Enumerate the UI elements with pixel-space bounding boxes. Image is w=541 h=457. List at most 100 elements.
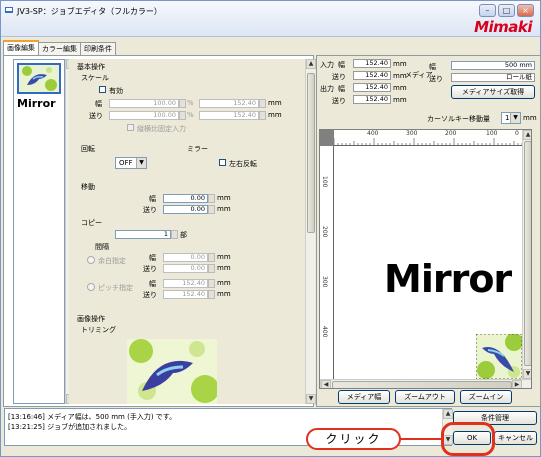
ruler-tick-label: 100 (486, 130, 498, 137)
spin-icon[interactable] (208, 253, 215, 262)
thumbnail-dolphin[interactable] (17, 63, 61, 94)
spin-icon[interactable] (259, 111, 266, 120)
spin-icon[interactable] (208, 290, 215, 299)
scale-width-mm-input[interactable]: 152.40 (199, 99, 259, 108)
scale-feed-pct-input[interactable]: 100.00 (109, 111, 179, 120)
tab-print-conditions[interactable]: 印刷条件 (80, 42, 116, 55)
chevron-down-icon[interactable]: ▼ (510, 113, 520, 123)
move-feed-label: 送り (143, 206, 157, 214)
copy-count-input[interactable]: 1 (115, 230, 171, 239)
cancel-button[interactable]: キャンセル (494, 431, 537, 445)
scroll-thumb[interactable] (524, 141, 531, 366)
input-width-label: 幅 (338, 61, 345, 69)
input-width-value: 152.40 (353, 59, 391, 68)
output-feed-label: 送り (332, 97, 346, 105)
settings-panel: 基本操作 スケール 有効 幅 100.00 % 152.40 mm 送り 100… (69, 59, 305, 404)
scale-enable-checkbox[interactable] (99, 86, 106, 93)
fixed-ratio-label: 縦横比固定入力 (137, 125, 186, 133)
move-width-label: 幅 (149, 195, 156, 203)
layout-preview[interactable]: 400 300 200 100 0 100 200 300 400 Mirror… (319, 129, 532, 389)
window-controls: – □ × (479, 4, 534, 17)
preview-hscroll[interactable]: ◀ ▶ (320, 379, 531, 388)
input-feed-value: 152.40 (353, 71, 391, 80)
zoom-out-button[interactable]: ズームアウト (395, 390, 455, 404)
get-media-size-button[interactable]: メディアサイズ取得 (451, 85, 535, 99)
minimize-icon[interactable]: – (479, 4, 496, 17)
scroll-down-icon[interactable]: ▼ (523, 369, 531, 379)
pitch-width-label: 幅 (149, 280, 156, 288)
thumbnail-mirror[interactable]: Mirror (17, 97, 56, 110)
trimming-heading: トリミング (81, 326, 116, 334)
scale-feed-label: 送り (89, 112, 103, 120)
tab-image-edit[interactable]: 画像編集 (3, 40, 39, 55)
pitch-feed-input[interactable]: 152.40 (163, 290, 208, 299)
ruler-tick-label: 300 (321, 276, 328, 288)
margin-feed-label: 送り (143, 265, 157, 273)
maximize-icon[interactable]: □ (498, 4, 515, 17)
scroll-up-icon[interactable]: ▲ (306, 59, 316, 69)
scroll-thumb[interactable] (332, 381, 512, 388)
margin-spec-radio[interactable] (87, 256, 95, 264)
image-ops-heading: 画像操作 (77, 315, 105, 323)
pitch-spec-radio[interactable] (87, 283, 95, 291)
pitch-feed-label: 送り (143, 291, 157, 299)
cursor-step-select[interactable]: 1 ▼ (501, 112, 521, 124)
canvas-mirror-text[interactable]: Mirror (384, 257, 512, 301)
preview-vscroll[interactable]: ▲ ▼ (522, 130, 531, 379)
thumbnail-list[interactable]: Mirror (13, 59, 65, 404)
input-label: 入力 (320, 61, 334, 69)
media-width-value[interactable]: 500 mm (451, 61, 535, 70)
pitch-width-input[interactable]: 152.40 (163, 279, 208, 288)
tab-color-edit[interactable]: カラー編集 (38, 42, 81, 55)
chevron-down-icon[interactable]: ▼ (136, 158, 146, 168)
ruler-tick-label: 400 (367, 130, 379, 137)
mm-unit: mm (393, 60, 407, 68)
pct-unit: % (187, 99, 194, 107)
spin-icon[interactable] (179, 111, 186, 120)
zoom-in-button[interactable]: ズームイン (460, 390, 512, 404)
spin-icon[interactable] (171, 230, 178, 239)
cursor-step-value: 1 (505, 114, 510, 122)
media-width-button[interactable]: メディア幅 (338, 390, 390, 404)
title-bar: JV3-SP：ジョブエディタ（フルカラー） – □ × Mimaki (1, 1, 540, 37)
move-width-input[interactable]: 0.00 (163, 194, 208, 203)
scale-enable-label: 有効 (109, 87, 123, 95)
media-feed-label: 送り (429, 75, 443, 83)
scroll-right-icon[interactable]: ▶ (512, 380, 522, 388)
spin-icon[interactable] (208, 279, 215, 288)
spin-icon[interactable] (208, 194, 215, 203)
close-icon[interactable]: × (517, 4, 534, 17)
scroll-down-icon[interactable]: ▼ (306, 394, 316, 404)
log-line: [13:16:46] メディア幅は、500 mm (手入力) です。 (8, 413, 177, 421)
scale-heading: スケール (81, 74, 109, 82)
spin-icon[interactable] (179, 99, 186, 108)
scroll-thumb[interactable] (307, 73, 315, 233)
spacing-heading: 間隔 (95, 243, 109, 251)
trimming-preview-image (127, 339, 217, 404)
margin-width-input[interactable]: 0.00 (163, 253, 208, 262)
move-feed-input[interactable]: 0.00 (163, 205, 208, 214)
mm-unit: mm (217, 279, 231, 287)
section-basic-ops: 基本操作 (77, 63, 105, 71)
scroll-up-icon[interactable]: ▲ (523, 130, 531, 140)
margin-feed-input[interactable]: 0.00 (163, 264, 208, 273)
highlight-ring (441, 422, 495, 456)
lr-flip-checkbox[interactable] (219, 159, 226, 166)
spin-icon[interactable] (208, 264, 215, 273)
callout-connector (400, 438, 444, 440)
scale-feed-mm-input[interactable]: 152.40 (199, 111, 259, 120)
spin-icon[interactable] (259, 99, 266, 108)
mm-unit: mm (268, 99, 282, 107)
fixed-ratio-checkbox[interactable] (127, 124, 134, 131)
mm-unit: mm (217, 194, 231, 202)
media-type-value: ロール紙 (451, 73, 535, 82)
scroll-left-icon[interactable]: ◀ (321, 380, 331, 388)
scroll-up-icon[interactable]: ▲ (443, 409, 453, 419)
scale-width-pct-input[interactable]: 100.00 (109, 99, 179, 108)
spin-icon[interactable] (208, 205, 215, 214)
scale-width-label: 幅 (95, 100, 102, 108)
rotate-select[interactable]: OFF ▼ (115, 157, 147, 169)
settings-scrollbar[interactable]: ▲ ▼ (305, 59, 316, 404)
brand-logo: Mimaki (474, 18, 532, 36)
canvas-dolphin-image[interactable] (476, 334, 522, 379)
